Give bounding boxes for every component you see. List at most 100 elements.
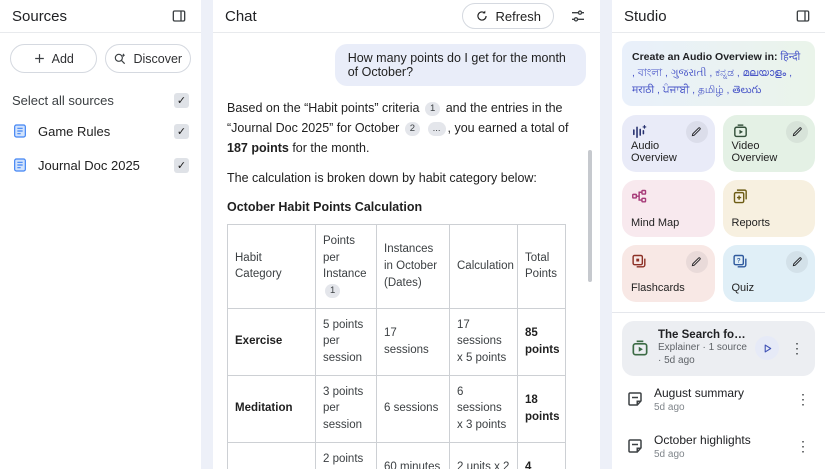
generated-item-subtitle: 5d ago [654,449,783,460]
cell-category: Reading [228,442,316,469]
doc-icon [12,157,28,173]
table-row: Exercise 5 points per session 17 session… [228,308,566,375]
citation-chip-more[interactable]: ... [428,122,446,136]
chat-settings-icon[interactable] [568,6,588,26]
chat-panel: Chat Refresh How many points do I get fo… [213,0,600,469]
edit-quiz-icon[interactable] [786,251,808,273]
cell-instances: 6 sessions [377,375,450,442]
generated-item-august-summary[interactable]: August summary 5d ago ⋮ [622,376,815,423]
studio-divider [612,312,825,313]
studio-title: Studio [624,8,667,25]
answer-text: , you earned a total of [448,121,569,135]
note-icon [626,390,644,408]
source-checkbox[interactable]: ✓ [174,124,189,139]
chat-title: Chat [225,8,257,25]
language-link-kannada[interactable]: ಕನ್ನಡ [715,67,734,79]
doc-icon [12,123,28,139]
cell-points-per: 3 points per session [316,375,377,442]
answer-total-points: 187 points [227,141,289,155]
discover-button-label: Discover [133,52,182,66]
citation-chip-1[interactable]: 1 [425,102,440,116]
card-label: Mind Map [631,217,706,229]
answer-paragraph-2: The calculation is broken down by habit … [227,168,586,188]
card-label: Reports [732,217,807,229]
source-checkbox[interactable]: ✓ [174,158,189,173]
edit-video-overview-icon[interactable] [786,121,808,143]
card-label: Video Overview [732,140,807,164]
cell-total: 4 points [518,442,566,469]
header-instances: Instances in October (Dates) [377,225,450,309]
answer-text: Based on the “Habit points” criteria [227,101,419,115]
quiz-card[interactable]: ? Quiz [723,245,816,302]
generated-item-subtitle: 5d ago [654,402,783,413]
source-item-label: Game Rules [38,124,110,139]
chat-header: Chat Refresh [213,0,600,33]
audio-overview-card[interactable]: Audio Overview [622,115,715,172]
language-link-bangla[interactable]: বাংলা [638,67,662,79]
source-item-game-rules[interactable]: Game Rules ✓ [0,114,201,148]
language-link-marathi[interactable]: मराठी [632,84,654,96]
refresh-button[interactable]: Refresh [462,3,554,29]
citation-chip-2[interactable]: 2 [405,122,420,136]
flashcards-card[interactable]: Flashcards [622,245,715,302]
reports-icon [732,188,807,205]
more-options-icon[interactable]: ⋮ [793,391,813,408]
card-label: Audio Overview [631,140,706,164]
select-all-checkbox[interactable]: ✓ [174,93,189,108]
cell-instances: 17 sessions [377,308,450,375]
cell-calculation: 17 sessions x 5 points [450,308,518,375]
video-overview-card[interactable]: Video Overview [723,115,816,172]
card-label: Flashcards [631,282,706,294]
cell-calculation: 2 units x 2 points [450,442,518,469]
separator: , [786,67,792,79]
card-label: Quiz [732,282,807,294]
language-link-hindi[interactable]: हिन्दी [780,51,800,63]
language-link-tamil[interactable]: தமிழ் [698,84,724,96]
generated-item-featured[interactable]: The Search for… Explainer · 1 source · 5… [622,321,815,376]
more-options-icon[interactable]: ⋮ [793,438,813,455]
play-icon[interactable] [755,336,779,360]
citation-chip-header[interactable]: 1 [325,284,340,298]
generated-item-subtitle: Explainer · 1 source · 5d ago [658,341,747,368]
discover-icon [113,52,127,66]
language-link-malayalam[interactable]: മലയാളം [743,67,787,79]
discover-sources-button[interactable]: Discover [105,44,192,73]
reports-card[interactable]: Reports [723,180,816,237]
collapse-panel-icon[interactable] [793,6,813,26]
cell-points-per: 5 points per session [316,308,377,375]
sources-header: Sources [0,0,201,33]
language-link-telugu[interactable]: తెలుగు [732,84,761,96]
cell-calculation: 6 sessions x 3 points [450,375,518,442]
source-item-journal-doc[interactable]: Journal Doc 2025 ✓ [0,148,201,182]
generated-item-title: August summary [654,386,783,400]
checkmark-icon: ✓ [177,125,186,138]
separator: , [654,84,663,96]
add-source-button[interactable]: Add [10,44,97,73]
more-options-icon[interactable]: ⋮ [787,340,807,357]
table-row: Reading 2 points per 30 minutes 60 minut… [228,442,566,469]
separator: , [706,67,715,79]
audio-overview-language-banner: Create an Audio Overview in: हिन्दी , বা… [622,41,815,106]
plus-icon [33,52,46,65]
generated-item-title: The Search for… [658,329,747,341]
cell-category: Exercise [228,308,316,375]
collapse-panel-icon[interactable] [169,6,189,26]
answer-text: for the month. [292,141,369,155]
assistant-answer: Based on the “Habit points” criteria 1 a… [227,98,586,469]
video-explainer-icon [630,338,650,358]
chat-scrollbar[interactable] [588,150,592,282]
sources-title: Sources [12,8,67,25]
header-text: Points per Instance [323,235,366,280]
edit-audio-overview-icon[interactable] [686,121,708,143]
habit-points-table: Habit Category Points per Instance 1 Ins… [227,224,566,469]
mind-map-card[interactable]: Mind Map [622,180,715,237]
generated-item-october-highlights[interactable]: October highlights 5d ago ⋮ [622,423,815,469]
sources-panel: Sources Add Discover Select all sources … [0,0,201,469]
edit-flashcards-icon[interactable] [686,251,708,273]
language-link-gujarati[interactable]: ગુજરાતી [671,67,707,79]
mindmap-icon [631,188,706,205]
svg-text:?: ? [736,257,740,264]
source-item-label: Journal Doc 2025 [38,158,140,173]
language-link-punjabi[interactable]: ਪੰਜਾਬੀ [663,84,689,96]
cell-category: Meditation [228,375,316,442]
